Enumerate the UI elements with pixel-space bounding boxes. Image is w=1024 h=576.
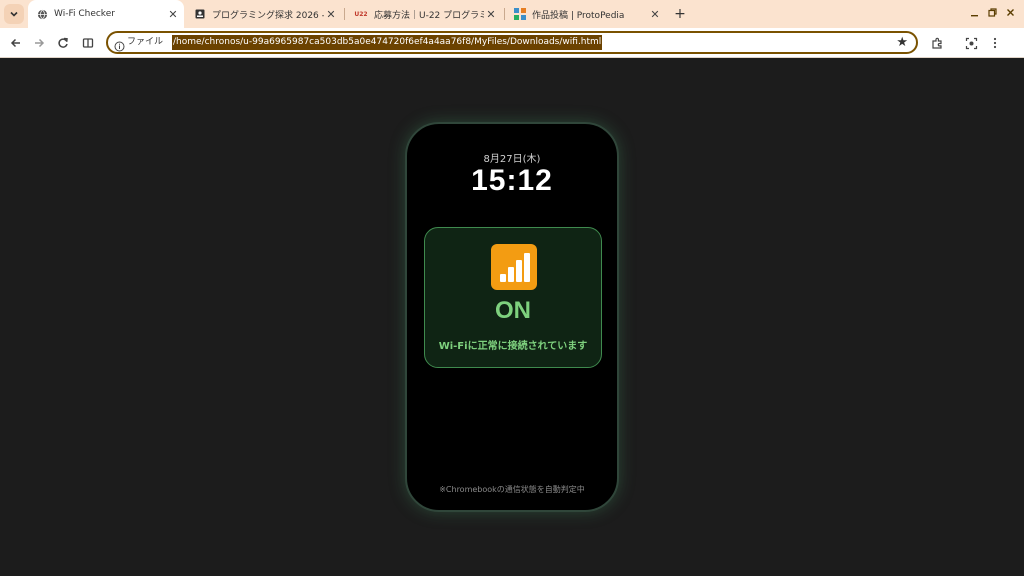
- wifi-status-message: Wi-Fiに正常に接続されています: [438, 341, 588, 352]
- tab-title: 応募方法｜U-22 プログラミング・コンテスト: [374, 10, 484, 21]
- close-icon[interactable]: ✕: [324, 8, 338, 21]
- url-text[interactable]: /home/chronos/u-99a6965987ca503db5a0e474…: [172, 35, 603, 50]
- u22-logo-icon: U22: [354, 10, 368, 18]
- bookmark-star-icon[interactable]: ★: [896, 35, 908, 50]
- reload-icon: [58, 37, 68, 48]
- protopedia-logo-icon: [514, 8, 526, 20]
- tab-title: Wi-Fi Checker: [54, 9, 115, 19]
- screenshot-button[interactable]: [962, 34, 980, 52]
- forward-button[interactable]: [30, 34, 48, 52]
- signal-bar: [516, 260, 522, 282]
- wifi-status-card: ON Wi-Fiに正常に接続されています: [424, 227, 602, 368]
- tab-protopedia[interactable]: 作品投稿 | ProtoPedia ✕: [506, 0, 666, 28]
- split-view-button[interactable]: [79, 34, 97, 52]
- tab-u22[interactable]: U22 応募方法｜U-22 プログラミング・コンテスト ✕: [346, 0, 502, 28]
- restore-icon: [987, 8, 997, 17]
- clock: 15:12: [471, 164, 553, 197]
- close-window-button[interactable]: [1002, 5, 1018, 23]
- tab-title: プログラミング探求 2026 - Google: [212, 10, 324, 21]
- minimize-button[interactable]: [966, 5, 982, 23]
- tab-separator: [344, 8, 345, 20]
- scheme-label: ファイル: [127, 37, 164, 47]
- close-icon: [1006, 9, 1014, 16]
- close-icon[interactable]: ✕: [166, 8, 180, 21]
- browser-toolbar: ファイル /home/chronos/u-99a6965987ca503db5a…: [0, 28, 1024, 58]
- minimize-icon: [970, 15, 978, 17]
- tab-strip: Wi-Fi Checker ✕ プログラミング探求 2026 - Google …: [0, 0, 1024, 28]
- tab-title: 作品投稿 | ProtoPedia: [532, 10, 625, 21]
- split-view-icon: [82, 38, 94, 48]
- extensions-button[interactable]: [928, 34, 946, 52]
- new-tab-button[interactable]: +: [672, 5, 688, 23]
- lens-icon: [965, 37, 977, 49]
- address-bar[interactable]: ファイル /home/chronos/u-99a6965987ca503db5a…: [106, 31, 918, 54]
- arrow-left-icon: [10, 38, 20, 48]
- kebab-menu-icon: [993, 37, 997, 49]
- back-button[interactable]: [7, 34, 25, 52]
- info-icon[interactable]: [114, 37, 125, 52]
- phone-frame: 8月27日(木) 15:12 ON Wi-Fiに正常に接続されています ※Chr…: [405, 122, 619, 512]
- menu-button[interactable]: [986, 34, 1004, 52]
- chevron-down-icon: [10, 11, 18, 17]
- date-label: 8月27日(木): [483, 154, 541, 165]
- tab-search-button[interactable]: [4, 4, 24, 24]
- puzzle-icon: [931, 37, 942, 49]
- arrow-right-icon: [35, 38, 45, 48]
- close-icon[interactable]: ✕: [484, 8, 498, 21]
- signal-bar: [524, 253, 530, 282]
- footer-note: ※Chromebookの通信状態を自動判定中: [439, 485, 585, 494]
- reload-button[interactable]: [54, 34, 72, 52]
- wifi-status-text: ON: [495, 297, 531, 324]
- signal-bar: [508, 267, 514, 282]
- close-icon[interactable]: ✕: [648, 8, 662, 21]
- tab-separator: [504, 8, 505, 20]
- globe-icon: [36, 8, 48, 20]
- doc-icon: [194, 8, 206, 20]
- restore-button[interactable]: [984, 5, 1000, 23]
- page-content: 8月27日(木) 15:12 ON Wi-Fiに正常に接続されています ※Chr…: [0, 59, 1024, 576]
- tab-wifi-checker[interactable]: Wi-Fi Checker ✕: [28, 0, 184, 28]
- wifi-signal-icon: [491, 244, 537, 290]
- tab-programming[interactable]: プログラミング探求 2026 - Google ✕: [186, 0, 342, 28]
- signal-bar: [500, 274, 506, 282]
